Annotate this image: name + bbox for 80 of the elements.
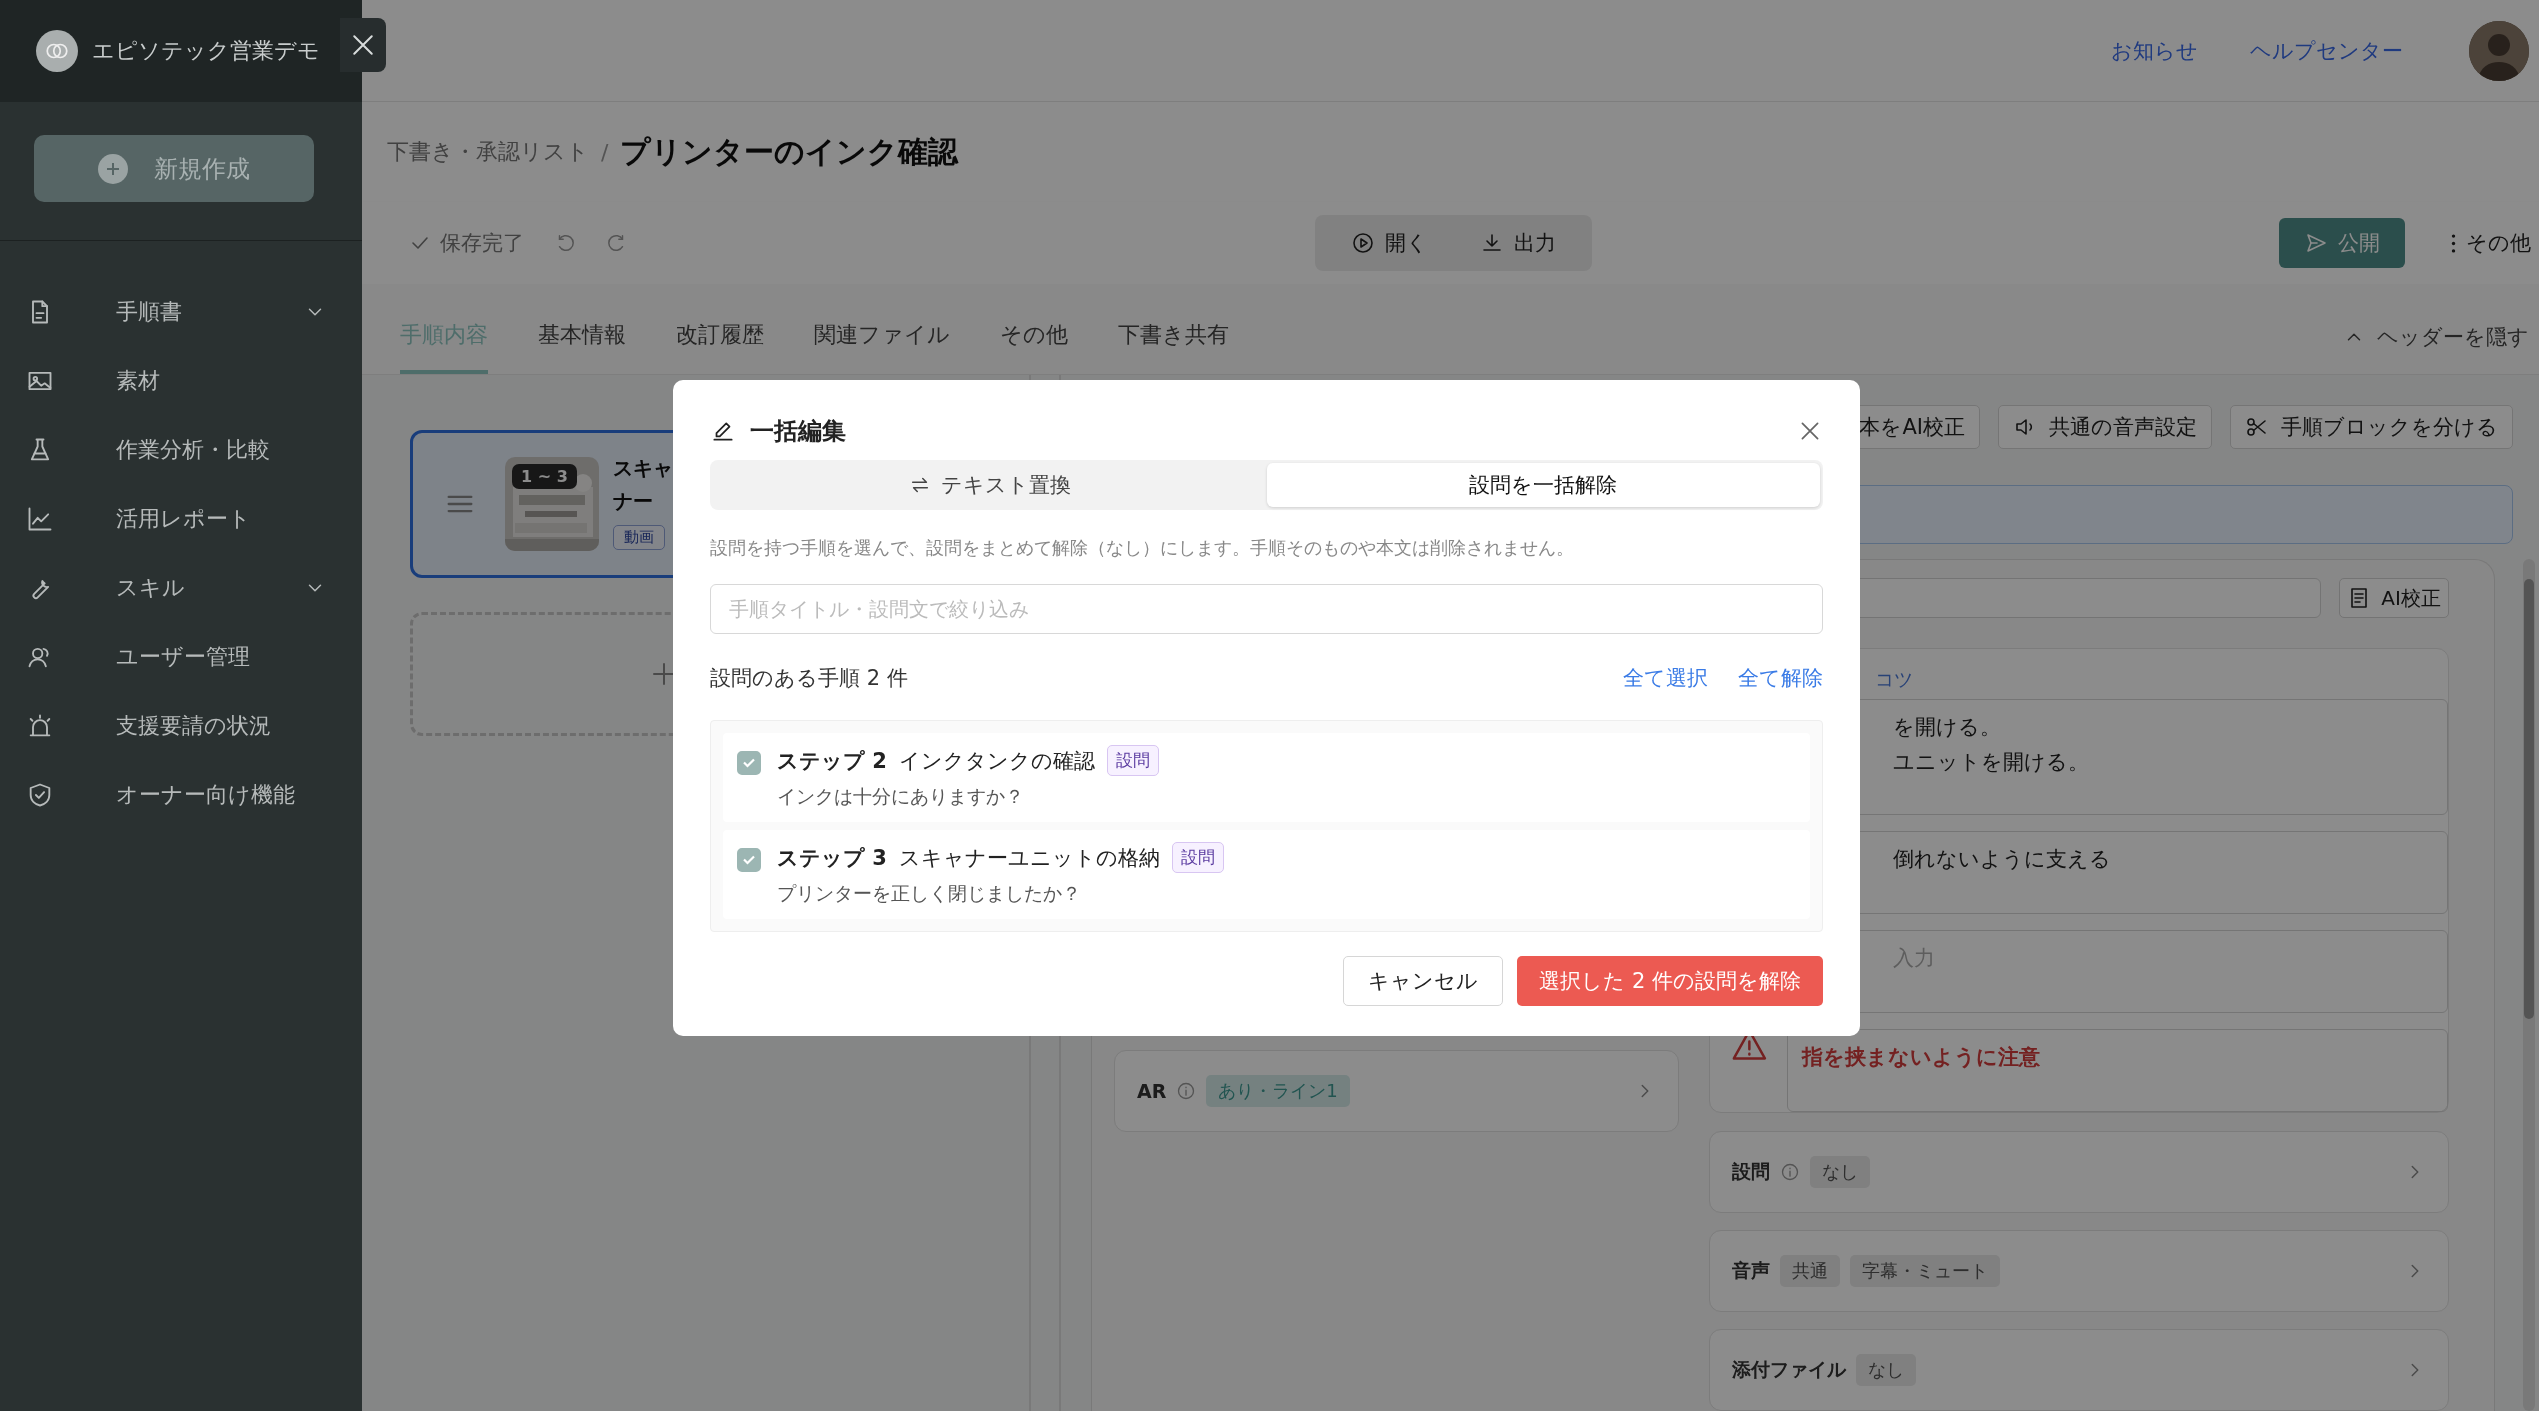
tool-button[interactable]: 手順ブロックを分ける: [2230, 405, 2513, 449]
status-tag: あり・ライン1: [1206, 1075, 1350, 1107]
checkbox[interactable]: [737, 848, 761, 872]
new-button[interactable]: 新規作成: [34, 135, 314, 202]
hide-header-button[interactable]: ヘッダーを隠す: [2337, 300, 2535, 374]
save-status: 保存完了: [440, 230, 524, 257]
step-title: インクタンクの確認: [898, 747, 1095, 775]
close-button[interactable]: [340, 18, 386, 72]
checkbox[interactable]: [737, 751, 761, 775]
step-title: ナー: [613, 488, 654, 515]
status-tag: なし: [1810, 1156, 1870, 1188]
nav-item[interactable]: 支援要請の状況: [0, 691, 362, 760]
nav-item[interactable]: オーナー向け機能: [0, 760, 362, 829]
placeholder: 手順タイトル・設問文で絞り込み: [729, 595, 1029, 623]
play-circle-icon: [1351, 231, 1375, 255]
scrollbar[interactable]: [2523, 559, 2535, 1411]
step-title: スキャ: [613, 455, 673, 482]
open-button[interactable]: 開く: [1335, 221, 1444, 265]
status-tag: 字幕・ミュート: [1850, 1255, 2000, 1287]
step-title: スキャナーユニットの格納: [898, 844, 1160, 872]
header-link[interactable]: ヘルプセンター: [2250, 36, 2403, 65]
field-text: 指を挟まないように注意: [1801, 1044, 2041, 1071]
tool-button[interactable]: 共通の音声設定: [1998, 405, 2212, 449]
vertical-dots-icon: [2451, 233, 2456, 253]
breadcrumb-link[interactable]: 下書き・承認リスト: [387, 137, 589, 167]
question-text: プリンターを正しく閉じましたか？: [777, 881, 1082, 906]
nav-item[interactable]: 活用レポート: [0, 484, 362, 553]
nav-item[interactable]: スキル: [0, 553, 362, 622]
publish-button[interactable]: 公開: [2279, 218, 2405, 268]
send-icon: [2304, 231, 2328, 255]
dialog-title: 一括編集: [750, 416, 846, 447]
ai-button[interactable]: AI校正: [2339, 578, 2449, 618]
question-tag: 設問: [1171, 842, 1224, 873]
check-icon: [743, 758, 755, 768]
list-item[interactable]: ステップ 3 スキャナーユニットの格納 設問 プリンターを正しく閉じましたか？: [723, 830, 1810, 919]
link[interactable]: 全て選択: [1623, 664, 1708, 692]
nav-item[interactable]: ユーザー管理: [0, 622, 362, 691]
video-tag: 動画: [613, 525, 665, 550]
question-tag: 設問: [1106, 745, 1159, 776]
field-text: ユニットを開ける。: [1893, 749, 2090, 776]
logo-icon: [36, 30, 78, 72]
field-text: を開ける。: [1893, 714, 2002, 741]
tab[interactable]: 関連ファイル: [814, 300, 950, 374]
tab[interactable]: 設問を一括解除: [1266, 463, 1820, 507]
settings-row[interactable]: AR あり・ライン1: [1114, 1050, 1679, 1132]
plus-icon: [98, 153, 128, 184]
field-text: 倒れないように支える: [1893, 846, 2112, 873]
link[interactable]: 全て解除: [1738, 664, 1823, 692]
header-link[interactable]: お知らせ: [2111, 36, 2198, 65]
confirm-button[interactable]: 選択した 2 件の設問を解除: [1517, 956, 1823, 1006]
nav-item[interactable]: 手順書: [0, 277, 362, 346]
tab[interactable]: テキスト置換: [713, 463, 1267, 507]
cancel-button[interactable]: キャンセル: [1343, 956, 1504, 1006]
breadcrumb-separator: /: [601, 139, 609, 165]
tip-label: コツ: [1875, 667, 1913, 692]
question-text: インクは十分にありますか？: [777, 784, 1025, 809]
workspace-name: エピソテック営業デモ: [92, 37, 320, 65]
range-badge: 1 ~ 3: [512, 464, 577, 489]
check-icon: [743, 855, 755, 865]
count-label: 設問のある手順 2 件: [710, 665, 908, 692]
page-title: プリンターのインク確認: [620, 132, 959, 171]
scissors-icon: [2245, 415, 2269, 439]
settings-row[interactable]: 設問 なし: [1709, 1131, 2449, 1213]
status-tag: 共通: [1780, 1255, 1840, 1287]
tab[interactable]: 基本情報: [538, 300, 626, 374]
more-button[interactable]: その他: [2445, 228, 2537, 258]
step-number: ステップ 2: [777, 747, 887, 775]
nav-item[interactable]: 素材: [0, 346, 362, 415]
list-item[interactable]: ステップ 2 インクタンクの確認 設問 インクは十分にありますか？: [723, 733, 1810, 822]
tab[interactable]: その他: [1000, 300, 1068, 374]
tab[interactable]: 改訂履歴: [676, 300, 764, 374]
description: 設問を持つ手順を選んで、設問をまとめて解除（なし）にします。手順そのものや本文は削除されません。: [710, 536, 1575, 560]
tab[interactable]: 下書き共有: [1118, 300, 1229, 374]
status-tag: なし: [1856, 1354, 1916, 1386]
nav-item[interactable]: 作業分析・比較: [0, 415, 362, 484]
text-field[interactable]: 指を挟まないように注意: [1786, 1029, 2448, 1112]
step-number: ステップ 3: [777, 844, 887, 872]
settings-row[interactable]: 添付ファイル なし: [1709, 1329, 2449, 1411]
export-button[interactable]: 出力: [1464, 221, 1572, 265]
settings-row[interactable]: 音声 共通 字幕・ミュート: [1709, 1230, 2449, 1312]
